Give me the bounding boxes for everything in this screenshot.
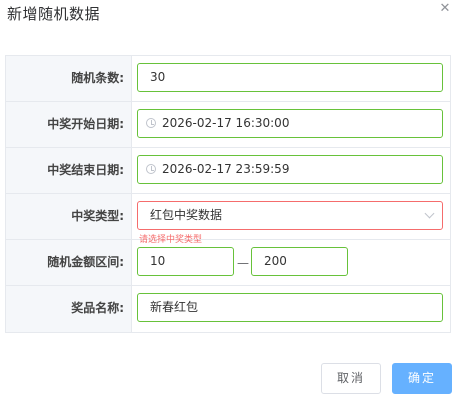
form-row-count: 随机条数: 30 [6,56,450,102]
chevron-down-icon [424,208,435,219]
clock-icon [146,164,156,174]
amount-min-input[interactable]: 10 [137,247,234,276]
amount-max-input[interactable]: 200 [251,247,348,276]
start-date-label: 中奖开始日期: [6,102,132,147]
cancel-button[interactable]: 取消 [321,363,381,394]
dialog-title: 新增随机数据 [7,5,101,23]
prize-type-label: 中奖类型: [6,194,132,239]
range-separator: — [237,256,249,270]
count-input[interactable]: 30 [137,63,443,92]
end-date-value: 2026-02-17 23:59:59 [162,162,290,176]
start-date-picker[interactable]: 2026-02-17 16:30:00 [137,109,443,138]
random-data-form: 随机条数: 30 中奖开始日期: 2026-02-17 16:30:00 中奖结… [5,55,451,333]
amount-range-label: 随机金额区间: [6,240,132,285]
form-row-start-date: 中奖开始日期: 2026-02-17 16:30:00 [6,102,450,148]
confirm-button[interactable]: 确定 [392,363,452,394]
close-icon[interactable]: ✕ [438,2,452,16]
start-date-value: 2026-02-17 16:30:00 [162,116,290,130]
prize-name-input[interactable]: 新春红包 [137,293,443,322]
prize-name-label: 奖品名称: [6,286,132,332]
end-date-label: 中奖结束日期: [6,148,132,193]
form-row-amount-range: 随机金额区间: 10 — 200 [6,240,450,286]
add-random-data-dialog: 新增随机数据 ✕ 随机条数: 30 中奖开始日期: 2026-02-17 16:… [0,0,457,395]
form-row-prize-type: 中奖类型: 红包中奖数据 请选择中奖类型 [6,194,450,245]
count-label: 随机条数: [6,56,132,101]
form-row-end-date: 中奖结束日期: 2026-02-17 23:59:59 [6,148,450,194]
clock-icon [146,118,156,128]
prize-type-value: 红包中奖数据 [150,208,223,222]
prize-type-select[interactable]: 红包中奖数据 [137,201,443,230]
form-row-prize-name: 奖品名称: 新春红包 [6,286,450,332]
end-date-picker[interactable]: 2026-02-17 23:59:59 [137,155,443,184]
